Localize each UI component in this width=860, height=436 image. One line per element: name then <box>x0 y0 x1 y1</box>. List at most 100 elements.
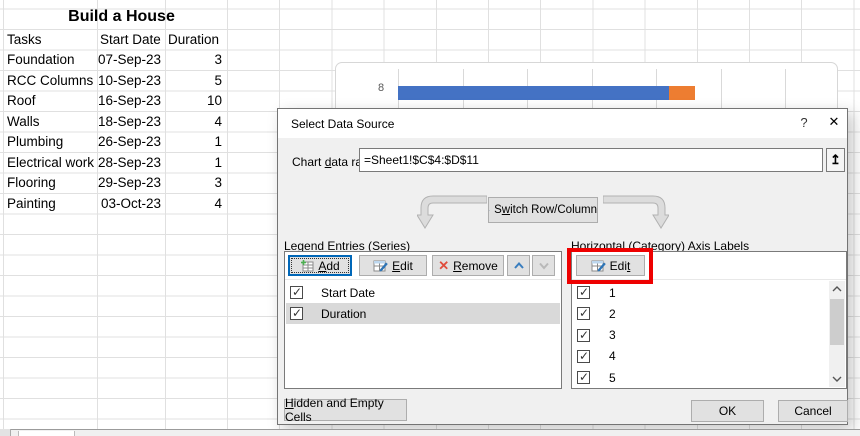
tab-scroll-box[interactable] <box>0 429 11 436</box>
table-row: Roof 16-Sep-23 10 <box>3 91 263 112</box>
col-header-tasks: Tasks <box>3 32 97 47</box>
axis-item-5[interactable]: ✓ 5 <box>573 367 828 388</box>
chart-bar-start-date[interactable] <box>398 86 669 100</box>
active-sheet-tab[interactable] <box>18 431 75 436</box>
chevron-up-icon <box>512 260 526 271</box>
legend-item-duration[interactable]: ✓ Duration <box>286 303 560 324</box>
axis-item-label: 2 <box>609 307 616 321</box>
legend-item-label: Start Date <box>321 286 375 300</box>
legend-entries-panel: Add Edit ✕ Remove <box>284 251 562 389</box>
legend-toolbar: Add Edit ✕ Remove <box>285 252 561 280</box>
ok-button[interactable]: OK <box>691 400 764 422</box>
axis-item-4[interactable]: ✓ 4 <box>573 346 828 367</box>
axis-item-2[interactable]: ✓ 2 <box>573 303 828 324</box>
excel-workspace: Build a House Tasks Start Date Duration … <box>0 0 860 436</box>
table-row: Flooring 29-Sep-23 3 <box>3 173 263 194</box>
cell-task: Painting <box>3 196 97 211</box>
edit-series-button[interactable]: Edit <box>359 255 427 276</box>
legend-item-label: Duration <box>321 307 366 321</box>
select-data-source-dialog: Select Data Source ? ✕ Chart data range:… <box>277 108 848 425</box>
table-row: Plumbing 26-Sep-23 1 <box>3 132 263 153</box>
edit-table-icon <box>373 259 388 272</box>
cell-task: Walls <box>3 114 97 129</box>
axis-item-label: 4 <box>609 349 616 363</box>
cell-date: 28-Sep-23 <box>97 155 165 170</box>
cell-task: Flooring <box>3 175 97 190</box>
table-row: Foundation 07-Sep-23 3 <box>3 50 263 71</box>
cell-duration: 4 <box>165 114 227 129</box>
cell-task: RCC Columns <box>3 73 97 88</box>
cancel-button[interactable]: Cancel <box>778 400 848 422</box>
checkbox-checked[interactable]: ✓ <box>577 307 590 320</box>
cell-date: 03-Oct-23 <box>97 196 165 211</box>
scrollbar-down-icon[interactable] <box>829 371 845 387</box>
cell-duration: 10 <box>165 93 227 108</box>
chart-category-label: 8 <box>372 82 390 94</box>
col-header-duration: Duration <box>165 32 227 47</box>
cell-date: 10-Sep-23 <box>97 73 165 88</box>
cell-task: Plumbing <box>3 134 97 149</box>
remove-x-icon: ✕ <box>438 258 449 274</box>
move-down-button[interactable] <box>532 255 555 276</box>
cell-duration: 1 <box>165 155 227 170</box>
checkbox-checked[interactable]: ✓ <box>290 307 303 320</box>
cell-duration: 3 <box>165 175 227 190</box>
annotation-highlight-box <box>567 248 653 284</box>
switch-row-column-label: Switch Row/Column <box>494 204 597 216</box>
cell-task: Electrical work <box>3 155 97 170</box>
table-row: Walls 18-Sep-23 4 <box>3 111 263 132</box>
legend-item-start-date[interactable]: ✓ Start Date <box>286 282 560 303</box>
cell-date: 18-Sep-23 <box>97 114 165 129</box>
remove-series-button[interactable]: ✕ Remove <box>432 255 504 276</box>
help-button[interactable]: ? <box>793 115 815 133</box>
cell-task: Roof <box>3 93 97 108</box>
hidden-empty-cells-button[interactable]: Hidden and Empty Cells <box>284 399 407 421</box>
axis-list-scrollbar[interactable] <box>829 281 845 387</box>
cell-duration: 4 <box>165 196 227 211</box>
sheet-tab-strip <box>0 429 860 436</box>
scrollbar-up-icon[interactable] <box>829 281 845 297</box>
add-button-label: Add <box>318 259 339 273</box>
checkbox-checked[interactable]: ✓ <box>577 286 590 299</box>
dialog-titlebar[interactable]: Select Data Source ? ✕ <box>278 109 847 138</box>
curved-arrow-left-icon <box>417 193 487 231</box>
switch-row-column-button[interactable]: Switch Row/Column <box>488 197 598 223</box>
scrollbar-thumb[interactable] <box>830 299 844 345</box>
axis-item-1[interactable]: ✓ 1 <box>573 282 828 303</box>
axis-item-label: 1 <box>609 286 616 300</box>
table-header-row: Tasks Start Date Duration <box>3 29 263 50</box>
close-icon[interactable]: ✕ <box>822 114 846 133</box>
sheet-title: Build a House <box>3 6 240 28</box>
collapse-dialog-icon[interactable]: ↥ <box>826 148 845 172</box>
checkbox-checked[interactable]: ✓ <box>577 329 590 342</box>
cell-duration: 1 <box>165 134 227 149</box>
curved-arrow-right-icon <box>603 193 669 231</box>
axis-item-label: 5 <box>609 371 616 385</box>
dialog-title: Select Data Source <box>291 117 394 131</box>
edit-button-label: Edit <box>392 259 413 273</box>
cell-task: Foundation <box>3 52 97 67</box>
cell-date: 07-Sep-23 <box>97 52 165 67</box>
cell-date: 26-Sep-23 <box>97 134 165 149</box>
add-table-icon <box>300 259 314 272</box>
table-row: Electrical work 28-Sep-23 1 <box>3 152 263 173</box>
move-up-button[interactable] <box>507 255 530 276</box>
remove-button-label: Remove <box>453 259 498 273</box>
checkbox-checked[interactable]: ✓ <box>577 371 590 384</box>
chevron-down-icon <box>537 260 551 271</box>
chart-bar-duration[interactable] <box>669 86 695 100</box>
add-series-button[interactable]: Add <box>288 255 352 276</box>
col-header-start-date: Start Date <box>97 32 165 47</box>
chart-data-range-input[interactable]: =Sheet1!$C$4:$D$11 <box>359 148 823 172</box>
cell-duration: 3 <box>165 52 227 67</box>
cell-date: 16-Sep-23 <box>97 93 165 108</box>
checkbox-checked[interactable]: ✓ <box>577 350 590 363</box>
axis-item-3[interactable]: ✓ 3 <box>573 325 828 346</box>
cell-date: 29-Sep-23 <box>97 175 165 190</box>
checkbox-checked[interactable]: ✓ <box>290 286 303 299</box>
switch-row-column-icon <box>489 204 490 217</box>
table-row: RCC Columns 10-Sep-23 5 <box>3 70 263 91</box>
axis-item-label: 3 <box>609 328 616 342</box>
cell-duration: 5 <box>165 73 227 88</box>
table-row: Painting 03-Oct-23 4 <box>3 193 263 214</box>
